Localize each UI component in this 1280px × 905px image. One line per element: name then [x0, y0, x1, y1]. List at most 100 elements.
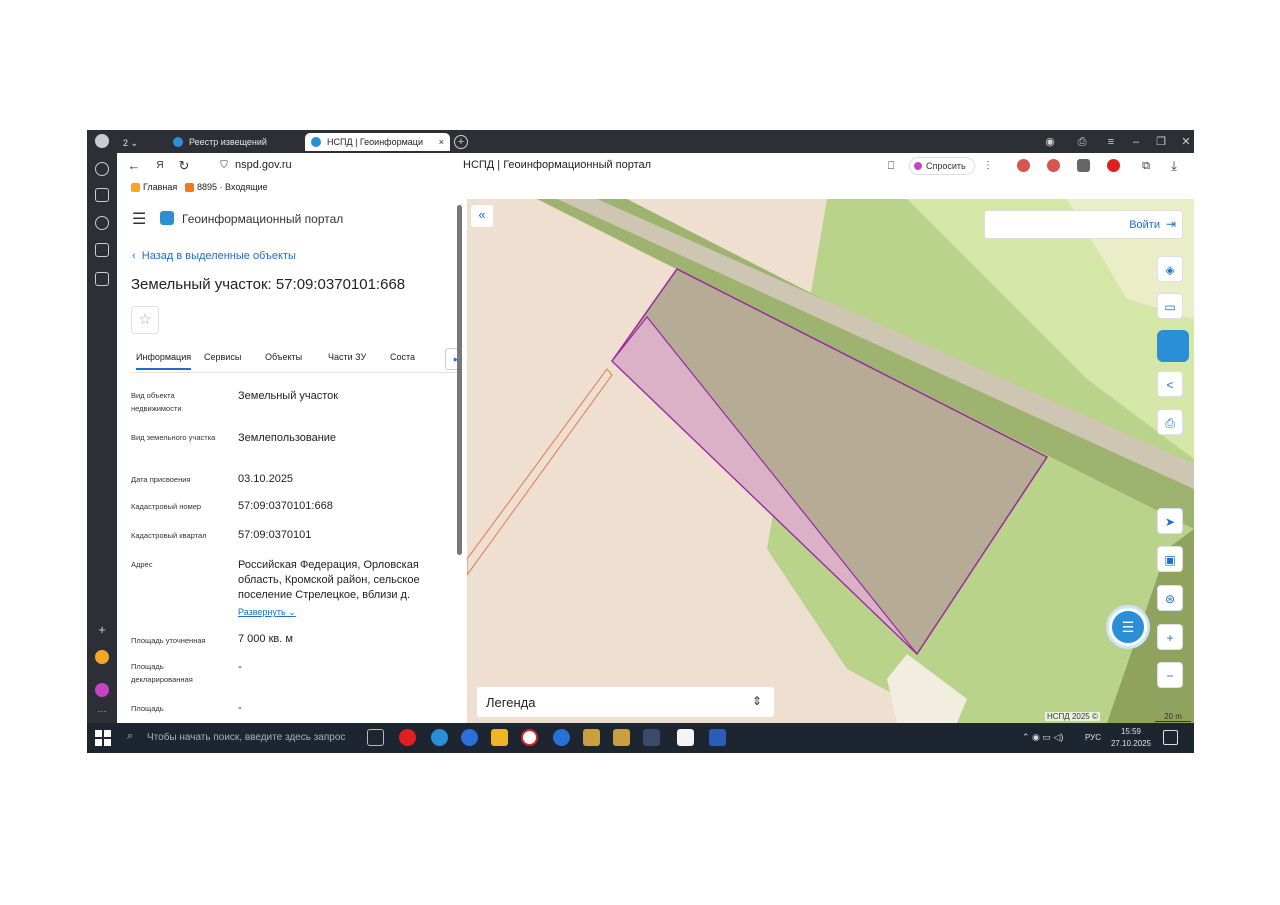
close-window-icon[interactable]: ✕	[1177, 133, 1194, 151]
downloads-icon[interactable]: ⎙	[1073, 133, 1091, 151]
adblock-icon[interactable]	[1107, 159, 1120, 172]
search-location-icon[interactable]: ⊛	[1157, 585, 1183, 611]
prop-label: Адрес	[131, 560, 153, 569]
app-icon[interactable]	[461, 729, 478, 746]
profile-icon[interactable]	[95, 134, 109, 148]
alice-icon[interactable]	[95, 683, 109, 697]
ask-button[interactable]: Спросить	[909, 157, 975, 175]
back-icon[interactable]: ←	[125, 157, 143, 175]
tab-group-button[interactable]: 2 ⌄	[119, 134, 149, 152]
tab-objects[interactable]: Объекты	[265, 352, 302, 362]
login-arrow-icon: ⇥	[1165, 217, 1176, 231]
zoom-in-icon[interactable]: +	[1157, 624, 1183, 650]
add-panel-icon[interactable]: +	[95, 623, 109, 638]
print-icon[interactable]: ⎙	[1157, 409, 1183, 435]
windows-start-icon[interactable]	[95, 730, 111, 746]
search-icon: ⌕	[127, 730, 134, 742]
downloads-panel-icon[interactable]	[95, 272, 109, 286]
panel-scrollbar[interactable]	[457, 205, 462, 555]
tab-count-icon[interactable]	[95, 243, 109, 257]
clock-date[interactable]: 27.10.2025	[1109, 739, 1153, 748]
legend-select[interactable]: Легенда ⇕	[477, 687, 774, 717]
ruler-icon[interactable]: ▭	[1157, 293, 1183, 319]
basemap-toggle-icon[interactable]	[1157, 330, 1189, 362]
play-icon[interactable]	[95, 216, 109, 230]
tab-info[interactable]: Информация	[136, 352, 192, 370]
object-info-panel: ☰ Геоинформационный портал ‹ Назад в выд…	[117, 199, 459, 723]
portal-name: Геоинформационный портал	[182, 212, 344, 226]
bookmark-home[interactable]: Главная	[131, 182, 177, 192]
expand-link[interactable]: Развернуть ⌄	[238, 607, 296, 618]
zoom-out-icon[interactable]: −	[1157, 662, 1183, 688]
paint-icon[interactable]	[677, 729, 694, 746]
prop-label: Вид земельного участка	[131, 433, 216, 442]
browser-window: + ··· 2 ⌄ Реестр извещений НСПД | Геоинф…	[87, 130, 1194, 753]
ask-label: Спросить	[926, 161, 966, 171]
browser-side-bar: + ···	[87, 130, 117, 723]
shield-app-icon[interactable]	[643, 729, 660, 746]
bookmark-mail[interactable]: 8895 · Входящие	[185, 182, 268, 192]
word-icon[interactable]	[709, 729, 726, 746]
bookmark-icon[interactable]: ⎕	[882, 157, 900, 175]
collections-icon[interactable]	[95, 188, 109, 202]
taskbar-search-input[interactable]: Чтобы начать поиск, введите здесь запрос	[147, 732, 345, 743]
collapse-panel-icon[interactable]: «	[471, 205, 493, 227]
emblem-icon[interactable]	[613, 729, 630, 746]
tab-services[interactable]: Сервисы	[204, 352, 241, 362]
tab-close-icon[interactable]: ×	[439, 133, 444, 151]
prop-value: 57:09:0370101:668	[238, 500, 333, 512]
mail-icon[interactable]	[95, 650, 109, 664]
tab-registry[interactable]: Реестр извещений	[167, 133, 292, 151]
chat-icon[interactable]: ☰	[1109, 608, 1147, 646]
explorer-icon[interactable]	[491, 729, 508, 746]
more-icon[interactable]: ···	[95, 706, 109, 720]
minimap-icon[interactable]: ▣	[1157, 546, 1183, 572]
notifications-icon[interactable]	[1163, 730, 1178, 745]
hamburger-menu-icon[interactable]: ☰	[132, 209, 146, 229]
tab-composition[interactable]: Соста	[390, 352, 424, 362]
prop-label: Вид объекта недвижимости	[131, 391, 182, 413]
map-canvas[interactable]	[467, 199, 1194, 723]
yandex-browser-icon[interactable]	[521, 729, 538, 746]
task-view-icon[interactable]	[367, 729, 384, 746]
map-copyright: НСПД 2025 ©	[1045, 712, 1100, 721]
more-vert-icon[interactable]: ⋮	[979, 157, 997, 175]
extensions-icon[interactable]: ⧉	[1137, 157, 1155, 175]
portal-logo-icon	[160, 211, 174, 225]
restore-icon[interactable]: ❐	[1152, 133, 1170, 151]
extension-icon[interactable]	[1077, 159, 1090, 172]
layers-icon[interactable]: ◈	[1157, 256, 1183, 282]
extension-icon[interactable]	[1017, 159, 1030, 172]
favorite-star-icon[interactable]: ☆	[131, 306, 159, 334]
back-to-selected-link[interactable]: ‹ Назад в выделенные объекты	[132, 250, 296, 262]
tray-icons[interactable]: ⌃ ◉ ▭ ◁)	[1022, 732, 1063, 743]
bookmark-label: Главная	[143, 182, 178, 192]
prop-value: Российская Федерация, Орловская область,…	[238, 559, 420, 601]
yandex-icon[interactable]: Я	[151, 157, 169, 175]
tab-strip: 2 ⌄ Реестр извещений НСПД | Геоинформаци…	[117, 130, 1194, 153]
legend-label: Легенда	[486, 695, 536, 710]
share-icon[interactable]: <	[1157, 371, 1183, 397]
login-button[interactable]: Войти ⇥	[984, 210, 1183, 239]
clock-time[interactable]: 15:59	[1111, 727, 1151, 736]
expand-label: Развернуть	[238, 607, 286, 617]
app-icon[interactable]	[553, 729, 570, 746]
language-indicator[interactable]: РУС	[1085, 733, 1101, 742]
opera-icon[interactable]	[399, 729, 416, 746]
minimize-icon[interactable]: –	[1127, 133, 1145, 151]
download-icon[interactable]: ⤓	[1165, 157, 1183, 175]
url-field[interactable]: nspd.gov.ru	[235, 159, 292, 171]
reload-icon[interactable]: ↻	[175, 157, 193, 175]
emblem-icon[interactable]	[583, 729, 600, 746]
history-icon[interactable]	[95, 162, 109, 176]
menu-icon[interactable]: ≡	[1102, 133, 1120, 151]
yandex-account-icon[interactable]: ◉	[1041, 133, 1059, 151]
extension-icon[interactable]	[1047, 159, 1060, 172]
tab-nspd[interactable]: НСПД | Геоинформаци ×	[305, 133, 450, 151]
tab-parts[interactable]: Части ЗУ	[328, 352, 366, 362]
edge-icon[interactable]	[431, 729, 448, 746]
bookmark-label: 8895 · Входящие	[197, 182, 268, 192]
geolocate-icon[interactable]: ➤	[1157, 508, 1183, 534]
new-tab-button[interactable]: +	[454, 135, 468, 149]
mail-bookmark-icon	[185, 183, 194, 192]
